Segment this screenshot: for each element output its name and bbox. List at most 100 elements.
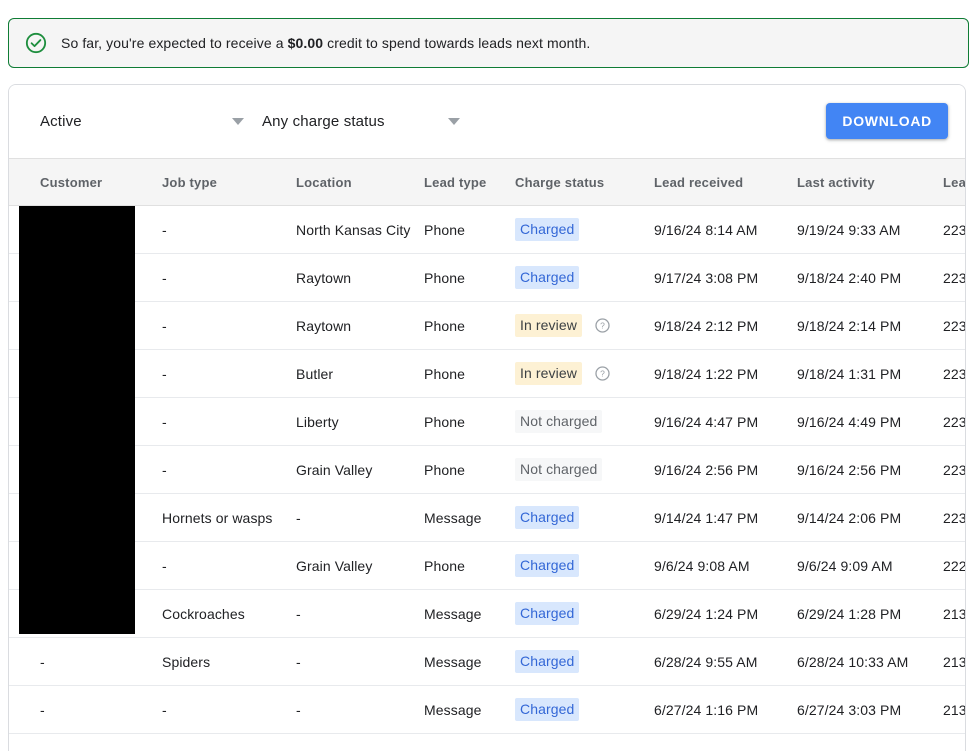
- cell-lead_received: 9/18/24 2:12 PM: [650, 302, 793, 350]
- cell-location: Butler: [283, 350, 420, 398]
- cell-last_activity: [793, 734, 939, 751]
- cell-job_type: -: [146, 350, 283, 398]
- table-row[interactable]: -ButlerPhoneIn review?9/18/24 1:22 PM9/1…: [9, 350, 966, 398]
- table-row[interactable]: -Grain ValleyPhoneCharged9/6/24 9:08 AM9…: [9, 542, 966, 590]
- leads-table-body: -North Kansas CityPhoneCharged9/16/24 8:…: [9, 206, 966, 751]
- column-header-job-type[interactable]: Job type: [146, 159, 283, 206]
- cell-job_type: -: [146, 686, 283, 734]
- cell-lead_id: 213: [939, 590, 966, 638]
- download-button[interactable]: DOWNLOAD: [826, 103, 948, 139]
- credit-banner-text: So far, you're expected to receive a $0.…: [61, 34, 590, 52]
- cell-lead_type: Phone: [420, 446, 511, 494]
- charge-status-filter-dropdown[interactable]: Any charge status: [262, 103, 492, 141]
- cell-last_activity: 9/16/24 4:49 PM: [793, 398, 939, 446]
- column-header-lead-received[interactable]: Lead received: [650, 159, 793, 206]
- cell-last_activity: 9/18/24 2:40 PM: [793, 254, 939, 302]
- table-row[interactable]: -Spiders-MessageCharged6/28/24 9:55 AM6/…: [9, 638, 966, 686]
- cell-job_type: -: [146, 206, 283, 254]
- cell-customer: -: [9, 734, 146, 751]
- cell-lead_type: Message: [420, 686, 511, 734]
- cell-last_activity: 9/6/24 9:09 AM: [793, 542, 939, 590]
- cell-last_activity: 9/16/24 2:56 PM: [793, 446, 939, 494]
- cell-location: -: [283, 686, 420, 734]
- cell-customer: [9, 302, 146, 350]
- cell-charge-status: Charged: [511, 590, 650, 638]
- cell-customer: [9, 254, 146, 302]
- table-row[interactable]: Cockroaches-MessageCharged6/29/24 1:24 P…: [9, 590, 966, 638]
- cell-lead_type: Phone: [420, 398, 511, 446]
- cell-charge-status: Charged: [511, 494, 650, 542]
- check-circle-icon: [25, 32, 47, 54]
- svg-text:?: ?: [600, 321, 605, 331]
- status-badge: Not charged: [515, 410, 602, 433]
- column-header-customer[interactable]: Customer: [9, 159, 146, 206]
- cell-last_activity: 6/27/24 3:03 PM: [793, 686, 939, 734]
- cell-last_activity: 9/19/24 9:33 AM: [793, 206, 939, 254]
- table-row[interactable]: -LibertyPhoneNot charged9/16/24 4:47 PM9…: [9, 398, 966, 446]
- credit-amount: $0.00: [288, 35, 324, 51]
- cell-lead_type: Message: [420, 494, 511, 542]
- table-row[interactable]: -RaytownPhoneCharged9/17/24 3:08 PM9/18/…: [9, 254, 966, 302]
- leads-card: Active Any charge status DOWNLOAD Custom…: [8, 84, 966, 751]
- help-icon[interactable]: ?: [594, 317, 611, 334]
- cell-lead_received: 9/18/24 1:22 PM: [650, 350, 793, 398]
- cell-customer: [9, 446, 146, 494]
- cell-job_type: Spiders: [146, 638, 283, 686]
- column-header-charge-status[interactable]: Charge status: [511, 159, 650, 206]
- column-header-lead-id[interactable]: Lead: [939, 159, 966, 206]
- column-header-last-activity[interactable]: Last activity: [793, 159, 939, 206]
- cell-job_type: -: [146, 254, 283, 302]
- column-header-lead-type[interactable]: Lead type: [420, 159, 511, 206]
- cell-charge-status: Charged: [511, 542, 650, 590]
- cell-lead_id: 223: [939, 254, 966, 302]
- table-row[interactable]: ---MessageCharged6/27/24 1:16 PM6/27/24 …: [9, 686, 966, 734]
- status-badge: Charged: [515, 218, 579, 241]
- credit-text-before: So far, you're expected to receive a: [61, 35, 288, 51]
- cell-lead_type: Message: [420, 638, 511, 686]
- cell-customer: [9, 350, 146, 398]
- status-badge: In review: [515, 362, 582, 385]
- cell-location: Raytown: [283, 254, 420, 302]
- chevron-down-icon: [232, 118, 244, 125]
- cell-location: -: [283, 494, 420, 542]
- column-header-location[interactable]: Location: [283, 159, 420, 206]
- cell-location: -: [283, 734, 420, 751]
- table-row[interactable]: ---: [9, 734, 966, 751]
- cell-lead_received: 9/17/24 3:08 PM: [650, 254, 793, 302]
- help-icon[interactable]: ?: [594, 365, 611, 382]
- cell-customer: [9, 206, 146, 254]
- status-filter-label: Active: [40, 113, 82, 130]
- cell-customer: [9, 542, 146, 590]
- cell-lead_id: 223: [939, 398, 966, 446]
- cell-charge-status: Charged: [511, 686, 650, 734]
- cell-lead_type: Phone: [420, 350, 511, 398]
- table-row[interactable]: Hornets or wasps-MessageCharged9/14/24 1…: [9, 494, 966, 542]
- cell-location: Liberty: [283, 398, 420, 446]
- cell-lead_received: [650, 734, 793, 751]
- table-row[interactable]: -Grain ValleyPhoneNot charged9/16/24 2:5…: [9, 446, 966, 494]
- cell-lead_id: 223: [939, 206, 966, 254]
- cell-last_activity: 6/29/24 1:28 PM: [793, 590, 939, 638]
- cell-location: Grain Valley: [283, 542, 420, 590]
- cell-location: North Kansas City: [283, 206, 420, 254]
- status-filter-dropdown[interactable]: Active: [40, 103, 262, 141]
- cell-lead_received: 6/29/24 1:24 PM: [650, 590, 793, 638]
- leads-table: Customer Job type Location Lead type Cha…: [9, 158, 966, 751]
- table-row[interactable]: -RaytownPhoneIn review?9/18/24 2:12 PM9/…: [9, 302, 966, 350]
- cell-location: -: [283, 638, 420, 686]
- cell-lead_id: 222: [939, 542, 966, 590]
- cell-job_type: -: [146, 302, 283, 350]
- status-badge: In review: [515, 314, 582, 337]
- cell-location: Raytown: [283, 302, 420, 350]
- cell-customer: [9, 590, 146, 638]
- cell-charge-status: Charged: [511, 206, 650, 254]
- svg-text:?: ?: [600, 369, 605, 379]
- cell-lead_id: 213: [939, 686, 966, 734]
- status-badge: Charged: [515, 554, 579, 577]
- cell-lead_type: Phone: [420, 206, 511, 254]
- cell-charge-status: Not charged: [511, 398, 650, 446]
- cell-lead_received: 9/16/24 8:14 AM: [650, 206, 793, 254]
- credit-banner: So far, you're expected to receive a $0.…: [8, 18, 969, 68]
- table-row[interactable]: -North Kansas CityPhoneCharged 9/16/24 8:…: [9, 206, 966, 254]
- credit-text-after: credit to spend towards leads next month…: [323, 35, 590, 51]
